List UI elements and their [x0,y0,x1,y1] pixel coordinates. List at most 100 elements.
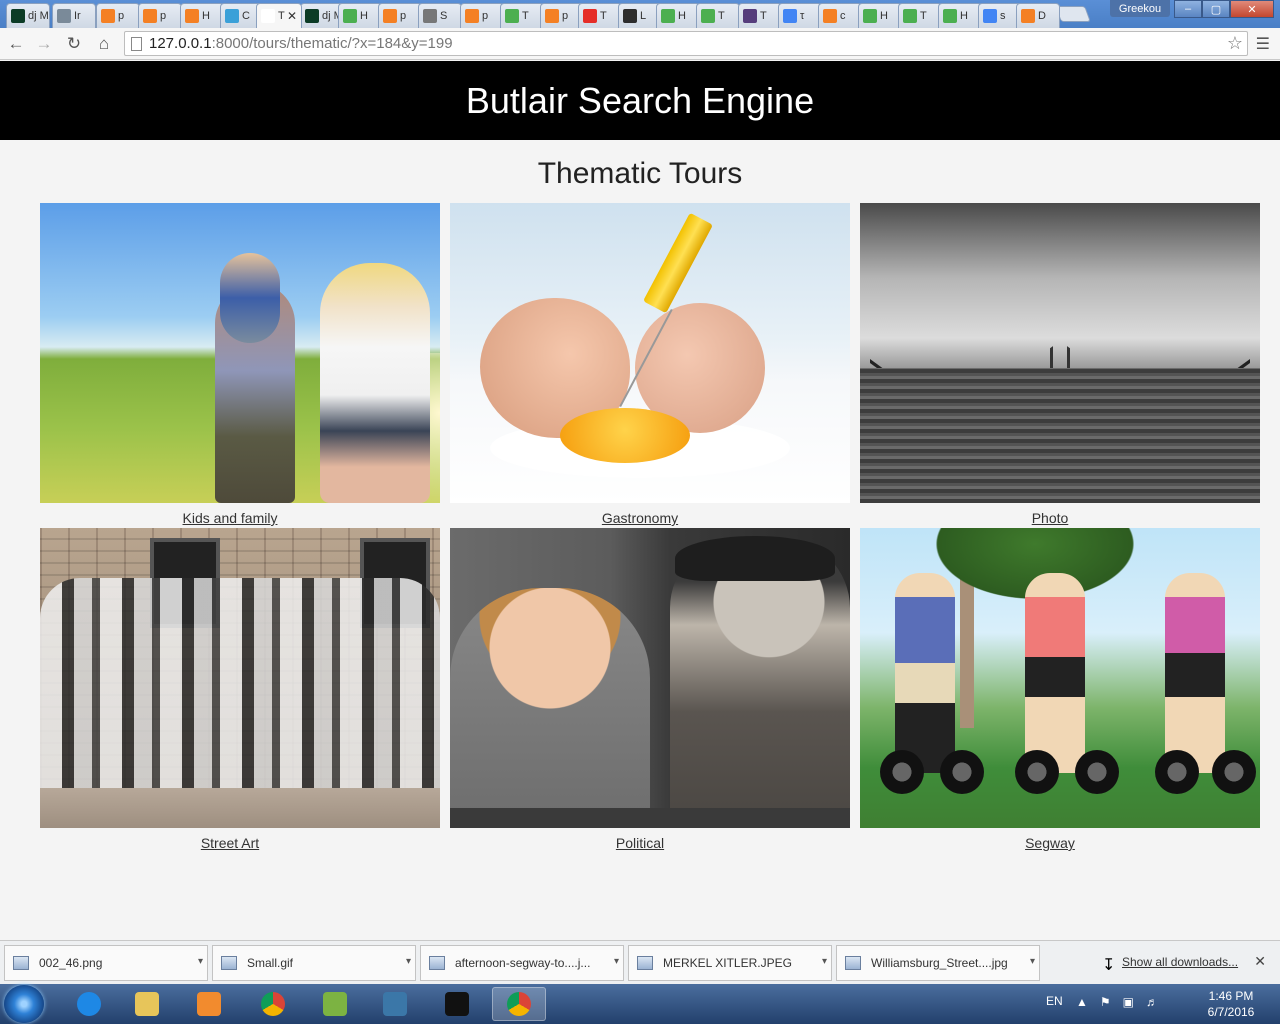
tab[interactable]: p [378,3,422,28]
page-icon [131,37,142,51]
tab[interactable]: c [818,3,862,28]
tour-link-segway[interactable]: Segway [840,835,1260,851]
tab[interactable]: T [696,3,740,28]
taskbar-app[interactable] [62,987,116,1021]
download-item[interactable]: 002_46.png ▾ [4,945,208,981]
language-indicator[interactable]: EN [1046,994,1063,1008]
chrome-icon [261,992,285,1016]
file-icon [13,956,29,970]
stackoverflow-icon [101,9,115,23]
tour-card-photo: Photo [860,203,1260,526]
tab-title: C [242,10,250,22]
w3-icon [701,9,715,23]
taskbar-app[interactable] [120,987,174,1021]
clock-time: 1:46 PM [1208,989,1254,1003]
taskbar-app[interactable] [368,987,422,1021]
tour-image-photo[interactable] [860,203,1260,503]
explorer-icon [135,992,159,1016]
django-icon [305,9,319,23]
tab[interactable]: T [578,3,622,28]
tab-title: H [960,10,968,22]
tab[interactable]: D [1016,3,1060,28]
tour-link-political[interactable]: Political [430,835,850,851]
tab[interactable]: T [500,3,544,28]
tab[interactable]: Ir [52,3,96,28]
tab[interactable]: p [460,3,504,28]
tour-link-photo[interactable]: Photo [840,510,1260,526]
close-window-button[interactable]: ✕ [1230,0,1274,18]
taskbar-app[interactable] [246,987,300,1021]
profile-button[interactable]: Greekou [1110,0,1170,17]
tab-title: H [880,10,888,22]
new-tab-button[interactable] [1055,6,1091,22]
taskbar-app[interactable] [308,987,362,1021]
tab[interactable]: dj M [6,3,50,28]
tour-card-segway: Segway [860,528,1260,851]
tab[interactable]: S [418,3,462,28]
clock-date: 6/7/2016 [1207,1005,1255,1019]
tab[interactable]: p [96,3,140,28]
tab[interactable]: p [138,3,182,28]
tab[interactable]: H [938,3,982,28]
tab-title: p [400,10,407,22]
tour-image-gastronomy[interactable] [450,203,850,503]
tour-link-street-art[interactable]: Street Art [20,835,440,851]
volume-icon[interactable]: ♬ [1146,995,1158,1009]
chevron-down-icon[interactable]: ▾ [1030,956,1035,967]
address-bar[interactable]: 127.0.0.1:8000/tours/thematic/?x=184&y=1… [124,31,1248,56]
tab-title: p [160,10,167,22]
maximize-button[interactable]: ▢ [1202,0,1230,18]
tab[interactable]: H [858,3,902,28]
tour-card-political: Political [450,528,850,851]
home-icon[interactable]: ⌂ [92,32,116,56]
tray-expand-icon[interactable]: ▲ [1076,995,1088,1009]
tour-link-gastronomy[interactable]: Gastronomy [430,510,850,526]
taskbar-app[interactable] [182,987,236,1021]
tab-title: p [482,10,489,22]
back-arrow-icon[interactable]: ← [4,32,28,56]
close-icon[interactable]: ✕ [1254,953,1266,970]
download-item[interactable]: afternoon-segway-to....j... ▾ [420,945,624,981]
network-icon[interactable]: ▣ [1123,995,1134,1009]
download-item[interactable]: MERKEL XITLER.JPEG ▾ [628,945,832,981]
chevron-down-icon[interactable]: ▾ [198,956,203,967]
chevron-down-icon[interactable]: ▾ [406,956,411,967]
tour-image-political[interactable] [450,528,850,828]
tab[interactable]: H [180,3,224,28]
bookmark-star-icon[interactable]: ☆ [1227,33,1243,54]
youtube-icon [583,9,597,23]
media-player-icon [197,992,221,1016]
tab[interactable]: τ [778,3,822,28]
taskbar-app[interactable] [430,987,484,1021]
tour-image-street-art[interactable] [40,528,440,828]
download-item[interactable]: Small.gif ▾ [212,945,416,981]
tab[interactable]: T [898,3,942,28]
tab[interactable]: T [738,3,782,28]
tab-close-icon[interactable]: ✕ [287,9,297,23]
tab-title: T [920,10,927,22]
chevron-down-icon[interactable]: ▾ [822,956,827,967]
tour-image-segway[interactable] [860,528,1260,828]
start-button[interactable] [4,985,44,1023]
stackoverflow-icon [1021,9,1035,23]
show-all-downloads-link[interactable]: Show all downloads... [1104,955,1238,969]
tour-link-kids[interactable]: Kids and family [20,510,440,526]
reload-icon[interactable]: ↻ [62,32,86,56]
url-path: :8000/tours/thematic/?x=184&y=199 [211,35,453,52]
minimize-button[interactable]: – [1174,0,1202,18]
page-title: Thematic Tours [537,157,743,190]
badge-icon [623,9,637,23]
tab[interactable]: H [656,3,700,28]
tab[interactable]: T ✕ [256,3,302,28]
tour-image-kids[interactable] [40,203,440,503]
forward-arrow-icon[interactable]: → [32,32,56,56]
taskbar-app[interactable] [492,987,546,1021]
chrome-menu-icon[interactable]: ☰ [1256,34,1270,54]
chevron-down-icon[interactable]: ▾ [614,956,619,967]
action-center-icon[interactable]: ⚑ [1100,995,1111,1009]
download-filename: Williamsburg_Street....jpg [871,956,1008,970]
download-item[interactable]: Williamsburg_Street....jpg ▾ [836,945,1040,981]
tab[interactable]: H [338,3,382,28]
tour-card-gastronomy: Gastronomy [450,203,850,526]
clock[interactable]: 1:46 PM 6/7/2016 [1196,988,1266,1020]
